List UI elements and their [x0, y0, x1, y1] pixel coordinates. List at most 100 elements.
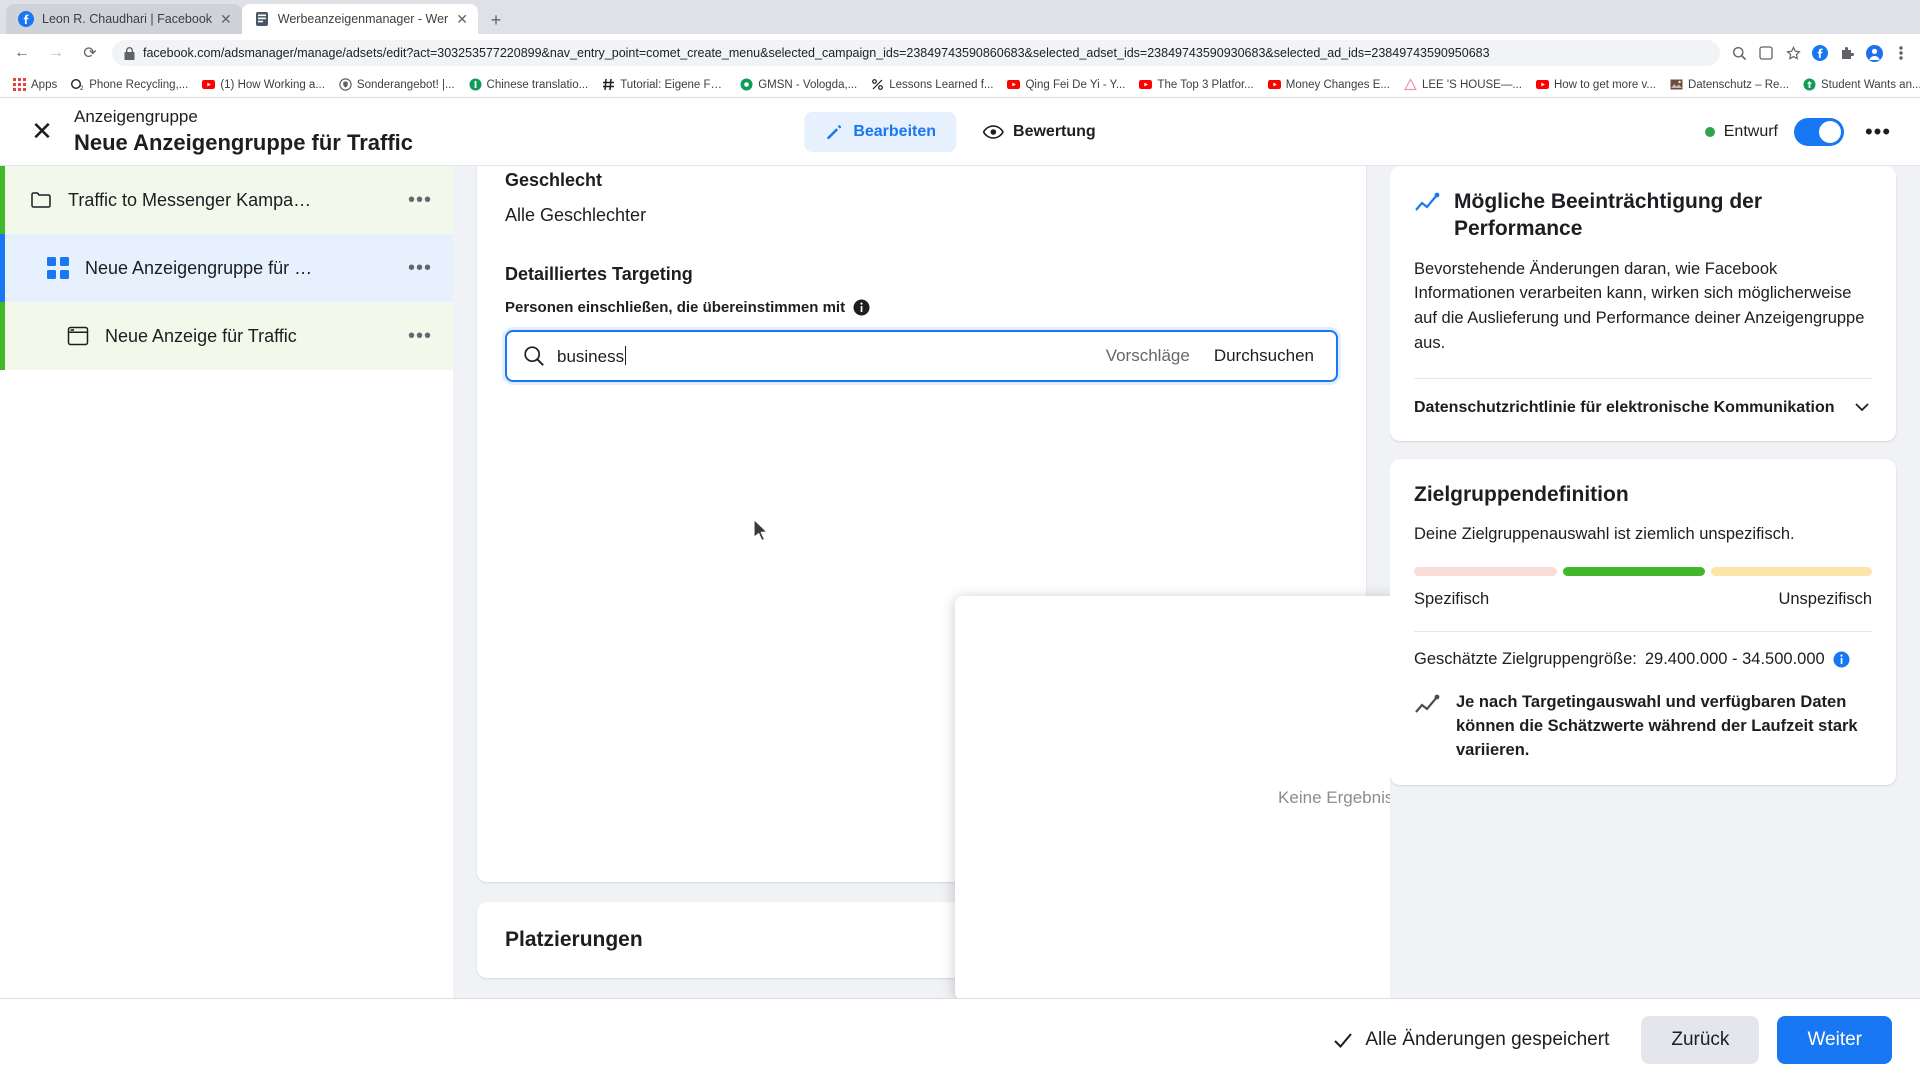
privacy-policy-row[interactable]: Datenschutzrichtlinie für elektronische …: [1414, 377, 1872, 419]
sidebar-item-menu-icon[interactable]: •••: [403, 319, 437, 353]
tab-bearbeiten[interactable]: Bearbeiten: [804, 111, 957, 152]
level-bar: [0, 234, 5, 302]
performance-impact-card: Mögliche Beeinträchtigung der Performanc…: [1390, 166, 1896, 441]
info-icon[interactable]: [1833, 651, 1850, 668]
bookmark-label: Sonderangebot! |...: [356, 78, 455, 91]
audience-definition-title: Zielgruppendefinition: [1414, 482, 1629, 506]
bookmark-item[interactable]: Student Wants an...: [1796, 78, 1920, 91]
bookmark-label: Chinese translatio...: [486, 78, 589, 91]
sidebar-item-label: Neue Anzeige für Traffic: [105, 325, 297, 346]
next-button[interactable]: Weiter: [1777, 1015, 1892, 1064]
bookmark-label: Money Changes E...: [1285, 78, 1390, 91]
browser-tab-title: Werbeanzeigenmanager - Wer: [277, 12, 449, 26]
sidebar-item-campaign[interactable]: Traffic to Messenger Kampa… •••: [0, 166, 453, 234]
star-icon[interactable]: [1784, 44, 1802, 62]
lock-icon: [124, 46, 135, 60]
facebook-icon[interactable]: [1811, 44, 1829, 62]
bookmark-item[interactable]: The Top 3 Platfor...: [1132, 78, 1260, 91]
campaign-navigator: Traffic to Messenger Kampa… ••• Neue Anz…: [0, 166, 453, 998]
forward-icon[interactable]: →: [44, 41, 68, 65]
browser-tab-0[interactable]: Leon R. Chaudhari | Facebook ✕: [6, 4, 242, 34]
youtube-icon: [1535, 80, 1549, 89]
chart-trend-icon: [1415, 192, 1440, 211]
green-circle-icon: [740, 78, 753, 91]
url-bar[interactable]: facebook.com/adsmanager/manage/adsets/ed…: [112, 40, 1720, 66]
targeting-search-box[interactable]: business Vorschläge Durchsuchen: [505, 330, 1338, 382]
app-body: Traffic to Messenger Kampa… ••• Neue Anz…: [0, 166, 1920, 998]
green-circle-icon: [1803, 78, 1816, 91]
percent-icon: [872, 79, 884, 90]
bookmark-label: Student Wants an...: [1820, 78, 1920, 91]
bookmark-item[interactable]: Apps: [6, 78, 64, 91]
bookmark-label: Qing Fei De Yi - Y...: [1025, 78, 1126, 91]
adset-grid-icon: [45, 255, 71, 281]
meter-segment-current: [1562, 567, 1706, 577]
bookmark-item[interactable]: (1) How Working a...: [195, 78, 332, 91]
more-options-icon[interactable]: •••: [1860, 114, 1896, 150]
sidebar-item-menu-icon[interactable]: •••: [403, 251, 437, 285]
chevron-down-icon[interactable]: [1852, 397, 1872, 417]
bookmark-item[interactable]: GMSN - Vologda,...: [733, 78, 864, 91]
sidebar-item-adset[interactable]: Neue Anzeigengruppe für … •••: [0, 234, 453, 302]
status-badge: Entwurf: [1704, 123, 1778, 141]
tab-label: Bearbeiten: [853, 122, 937, 140]
close-icon[interactable]: ✕: [24, 114, 60, 150]
reload-icon[interactable]: ⟳: [78, 41, 102, 65]
bookmark-label: How to get more v...: [1553, 78, 1656, 91]
youtube-icon: [1007, 80, 1021, 89]
meter-segment-broad: [1711, 567, 1872, 577]
green-circle-icon: [469, 78, 482, 91]
bookmark-item[interactable]: Datenschutz – Re...: [1663, 78, 1796, 91]
status-toggle[interactable]: [1794, 117, 1844, 146]
search-icon: [524, 346, 544, 366]
puzzle-icon[interactable]: [1838, 44, 1856, 62]
bookmark-item[interactable]: Qing Fei De Yi - Y...: [1000, 78, 1132, 91]
browser-tab-1[interactable]: Werbeanzeigenmanager - Wer ✕: [241, 4, 478, 34]
audience-definition-subtitle: Deine Zielgruppenauswahl ist ziemlich un…: [1414, 525, 1795, 544]
bookmark-item[interactable]: Money Changes E...: [1261, 78, 1397, 91]
bookmark-label: Apps: [31, 78, 58, 91]
audience-size-value: 29.400.000 - 34.500.000: [1644, 650, 1825, 669]
header-tabs: Bearbeiten Bewertung: [804, 111, 1115, 153]
back-icon[interactable]: ←: [10, 41, 34, 65]
right-rail: Mögliche Beeinträchtigung der Performanc…: [1390, 166, 1920, 998]
level-bar: [0, 302, 5, 370]
bookmark-item[interactable]: Sonderangebot! |...: [332, 78, 462, 91]
audience-size-label: Geschätzte Zielgruppengröße:: [1414, 650, 1637, 669]
o2-icon: 2: [71, 79, 84, 91]
suggestions-link[interactable]: Vorschläge: [1100, 346, 1196, 366]
tab-bewertung[interactable]: Bewertung: [962, 111, 1116, 153]
browser-tab-title: Leon R. Chaudhari | Facebook: [42, 12, 213, 26]
tab-strip: Leon R. Chaudhari | Facebook ✕ Werbeanze…: [0, 0, 1920, 34]
menu-icon[interactable]: [1892, 44, 1910, 62]
omnibox-icons: [1730, 44, 1910, 62]
tab-close-icon[interactable]: ✕: [220, 12, 232, 26]
divider: [1414, 631, 1872, 633]
bookmark-label: The Top 3 Platfor...: [1157, 78, 1254, 91]
performance-card-body: Bevorstehende Änderungen daran, wie Face…: [1414, 259, 1865, 352]
bookmark-item[interactable]: Lessons Learned f...: [864, 78, 1000, 91]
bookmark-item[interactable]: Tutorial: Eigene Fa...: [595, 78, 733, 91]
info-icon[interactable]: [853, 299, 870, 316]
new-tab-button[interactable]: +: [482, 6, 510, 34]
browse-link[interactable]: Durchsuchen: [1208, 346, 1320, 366]
zoom-icon[interactable]: [1730, 44, 1748, 62]
gender-title: Geschlecht: [505, 170, 603, 190]
url-text: facebook.com/adsmanager/manage/adsets/ed…: [143, 46, 1490, 60]
bookmark-label: LEE 'S HOUSE—...: [1421, 78, 1522, 91]
sidebar-item-menu-icon[interactable]: •••: [403, 183, 437, 217]
search-input[interactable]: business: [557, 345, 1088, 367]
bookmark-item[interactable]: 2 Phone Recycling,...: [64, 78, 195, 91]
bookmark-item[interactable]: How to get more v...: [1529, 78, 1663, 91]
meter-label-right: Unspezifisch: [1778, 590, 1872, 609]
bookmarks-bar: Apps 2 Phone Recycling,... (1) How Worki…: [0, 72, 1920, 98]
level-bar: [0, 166, 5, 234]
sidebar-item-ad[interactable]: Neue Anzeige für Traffic •••: [0, 302, 453, 370]
tab-close-icon[interactable]: ✕: [456, 12, 468, 26]
bookmark-item[interactable]: Chinese translatio...: [462, 78, 596, 91]
extension-icon[interactable]: [1757, 44, 1775, 62]
back-button[interactable]: Zurück: [1641, 1015, 1760, 1064]
profile-icon[interactable]: [1865, 44, 1883, 62]
bookmark-item[interactable]: LEE 'S HOUSE—...: [1397, 78, 1529, 91]
bookmark-label: (1) How Working a...: [220, 78, 325, 91]
